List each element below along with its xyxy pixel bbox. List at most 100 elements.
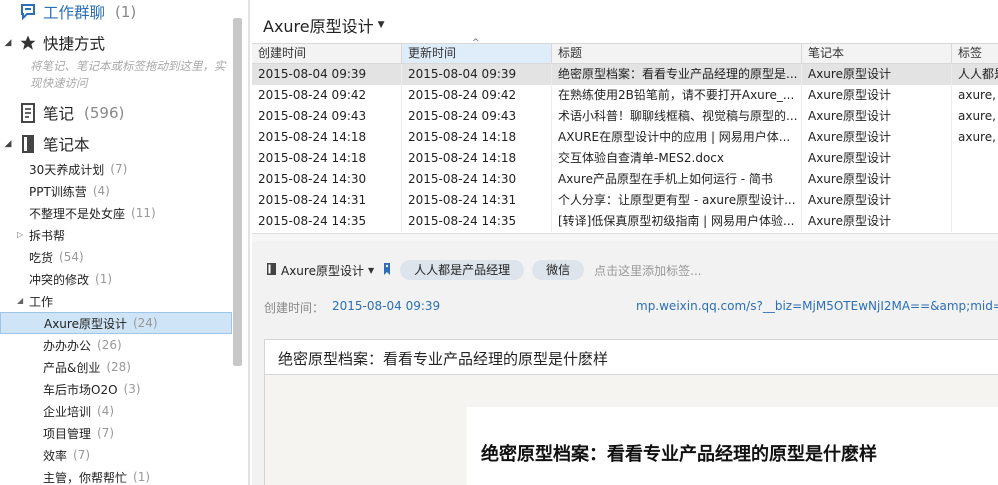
notebook-icon <box>266 262 277 279</box>
notebook-item[interactable]: 效率 (7) <box>0 444 232 466</box>
column-header-created[interactable]: 创建时间 <box>252 44 402 63</box>
sidebar-item-count: (596) <box>84 104 125 122</box>
table-header: 创建时间 更新时间 ^ 标题 笔记本 标签 <box>252 38 998 64</box>
dropdown-arrow-icon: ▼ <box>377 20 385 30</box>
notebook-item[interactable]: 冲突的修改 (1) <box>0 268 232 290</box>
column-header-tags[interactable]: 标签 <box>952 44 998 63</box>
notebook-item[interactable]: 不整理不是处女座 (11) <box>0 202 232 224</box>
table-body: 2015-08-04 09:39 2015-08-04 09:39 绝密原型档案… <box>252 64 998 232</box>
notebook-title-dropdown[interactable]: Axure原型设计 ▼ <box>263 12 385 38</box>
cell-tags <box>952 148 998 169</box>
cell-created: 2015-08-24 14:18 <box>252 127 402 148</box>
expand-arrow-icon[interactable]: ▷ <box>17 224 23 246</box>
notebook-stack-item[interactable]: ◢ 工作 <box>0 290 232 312</box>
notebook-item[interactable]: 项目管理 (7) <box>0 422 232 444</box>
cell-notebook: Axure原型设计 <box>802 148 952 169</box>
source-url-link[interactable]: mp.weixin.qq.com/s?__biz=MjM5OTEwNjI2MA=… <box>636 299 998 313</box>
cell-tags: axure, / <box>958 88 998 102</box>
cell-tags: axure, / <box>958 109 998 123</box>
cell-notebook: Axure原型设计 <box>802 85 952 106</box>
notebook-item[interactable]: 吃货 (54) <box>0 246 232 268</box>
cell-updated: 2015-08-24 09:42 <box>402 85 552 106</box>
article-title: 绝密原型档案：看看专业产品经理的原型是什麽样 <box>481 444 877 465</box>
note-notebook-selector[interactable]: Axure原型设计 <box>281 262 364 279</box>
notebook-item[interactable]: PPT训练营 (4) <box>0 180 232 202</box>
notebook-item-selected[interactable]: Axure原型设计 (24) <box>0 312 232 334</box>
cell-title: [转译]低保真原型初级指南 | 网易用户体验... <box>552 211 802 232</box>
cell-created: 2015-08-04 09:39 <box>252 64 402 85</box>
table-row[interactable]: 2015-08-24 14:18 2015-08-24 14:18 AXURE在… <box>252 127 998 148</box>
cell-title: AXURE在原型设计中的应用 | 网易用户体... <box>552 127 802 148</box>
cell-updated: 2015-08-24 14:18 <box>402 148 552 169</box>
article-card: 绝密原型档案：看看专业产品经理的原型是什麽样 <box>467 407 998 485</box>
notebook-stack-item[interactable]: ▷ 拆书帮 <box>0 224 232 246</box>
table-row[interactable]: 2015-08-24 09:43 2015-08-24 09:43 术语小科普！… <box>252 106 998 127</box>
column-header-notebook[interactable]: 笔记本 <box>802 44 952 63</box>
note-body[interactable]: 绝密原型档案：看看专业产品经理的原型是什麽样 <box>264 375 998 485</box>
created-time-value[interactable]: 2015-08-04 09:39 <box>332 299 440 316</box>
sidebar-item-notebooks[interactable]: ◢ 笔记本 <box>0 132 90 156</box>
cell-notebook: Axure原型设计 <box>802 211 952 232</box>
cell-tags <box>952 211 998 232</box>
cell-title: 在熟练使用2B铅笔前，请不要打开Axure_... <box>552 85 802 106</box>
notebook-item[interactable]: 30天养成计划 (7) <box>0 158 232 180</box>
sidebar-scrollbar[interactable] <box>233 18 242 366</box>
add-tag-input[interactable]: 点击这里添加标签... <box>594 262 701 279</box>
cell-updated: 2015-08-24 09:43 <box>402 106 552 127</box>
cell-created: 2015-08-24 14:18 <box>252 148 402 169</box>
collapse-triangle-icon[interactable]: ◢ <box>1 38 15 48</box>
notebook-item[interactable]: 办办办公 (26) <box>0 334 232 356</box>
sidebar-item-work-chat[interactable]: 工作群聊 (1) <box>0 1 136 23</box>
note-editor: Axure原型设计 ▼ 人人都是产品经理 微信 点击这里添加标签... 创建时间… <box>252 241 998 485</box>
evernote-window: 工作群聊 (1) ◢ 快捷方式 将笔记、笔记本或标签拖动到这里，实现快速访问 笔… <box>0 0 998 485</box>
collapse-triangle-icon[interactable]: ◢ <box>1 139 15 149</box>
cell-created: 2015-08-24 14:31 <box>252 190 402 211</box>
table-row[interactable]: 2015-08-24 14:18 2015-08-24 14:18 交互体验自查… <box>252 148 998 169</box>
table-row[interactable]: 2015-08-24 14:30 2015-08-24 14:30 Axure产… <box>252 169 998 190</box>
cell-title: 个人分享：让原型更有型 - axure原型设计... <box>552 190 802 211</box>
sidebar-item-label: 工作群聊 <box>43 4 106 22</box>
table-row-selected[interactable]: 2015-08-04 09:39 2015-08-04 09:39 绝密原型档案… <box>252 64 998 85</box>
dropdown-arrow-icon[interactable]: ▼ <box>368 266 374 275</box>
table-row[interactable]: 2015-08-24 14:35 2015-08-24 14:35 [转译]低保… <box>252 211 998 232</box>
cell-notebook: Axure原型设计 <box>802 64 952 85</box>
sidebar-item-shortcuts[interactable]: ◢ 快捷方式 <box>0 32 105 54</box>
cell-notebook: Axure原型设计 <box>802 190 952 211</box>
sidebar: 工作群聊 (1) ◢ 快捷方式 将笔记、笔记本或标签拖动到这里，实现快速访问 笔… <box>0 0 250 485</box>
tag-chip[interactable]: 微信 <box>532 260 585 280</box>
sort-ascending-icon: ^ <box>472 38 480 48</box>
cell-updated: 2015-08-24 14:31 <box>402 190 552 211</box>
column-header-title[interactable]: 标题 <box>552 44 802 63</box>
cell-title: 交互体验自查清单-MES2.docx <box>552 148 802 169</box>
pane-divider[interactable] <box>248 0 250 485</box>
sidebar-item-label: 快捷方式 <box>43 35 106 53</box>
sidebar-item-label: 笔记本 <box>43 136 90 154</box>
tag-chip[interactable]: 人人都是产品经理 <box>400 260 525 280</box>
table-row[interactable]: 2015-08-24 09:42 2015-08-24 09:42 在熟练使用2… <box>252 85 998 106</box>
cell-created: 2015-08-24 14:35 <box>252 211 402 232</box>
table-row[interactable]: 2015-08-24 14:31 2015-08-24 14:31 个人分享：让… <box>252 190 998 211</box>
cell-notebook: Axure原型设计 <box>802 169 952 190</box>
notebook-item[interactable]: 车后市场O2O (3) <box>0 378 232 400</box>
note-title-field[interactable]: 绝密原型档案：看看专业产品经理的原型是什麽样 <box>264 339 998 375</box>
cell-created: 2015-08-24 09:42 <box>252 85 402 106</box>
star-icon <box>17 32 39 54</box>
notebook-title: Axure原型设计 <box>263 17 374 36</box>
cell-title: 术语小科普！聊聊线框稿、视觉稿与原型的... <box>552 106 802 127</box>
collapse-arrow-icon[interactable]: ◢ <box>17 290 23 312</box>
cell-updated: 2015-08-24 14:18 <box>402 127 552 148</box>
cell-created: 2015-08-24 14:30 <box>252 169 402 190</box>
notebook-list: 30天养成计划 (7) PPT训练营 (4) 不整理不是处女座 (11) ▷ 拆书帮 吃… <box>0 158 232 485</box>
note-list-table: 创建时间 更新时间 ^ 标题 笔记本 标签 2015-08-04 09:39 2… <box>252 38 998 232</box>
cell-created: 2015-08-24 09:43 <box>252 106 402 127</box>
notebook-item[interactable]: 主管，你帮帮忙 (1) <box>0 466 232 485</box>
tag-icon <box>382 262 392 279</box>
cell-tags: axure, / <box>958 130 998 144</box>
sidebar-item-notes[interactable]: 笔记 (596) <box>0 101 124 125</box>
sidebar-item-label: 笔记 <box>43 105 75 123</box>
notebook-item[interactable]: 企业培训 (4) <box>0 400 232 422</box>
cell-tags <box>952 190 998 211</box>
note-icon <box>17 102 39 124</box>
list-editor-splitter[interactable] <box>252 233 998 241</box>
notebook-item[interactable]: 产品&创业 (28) <box>0 356 232 378</box>
